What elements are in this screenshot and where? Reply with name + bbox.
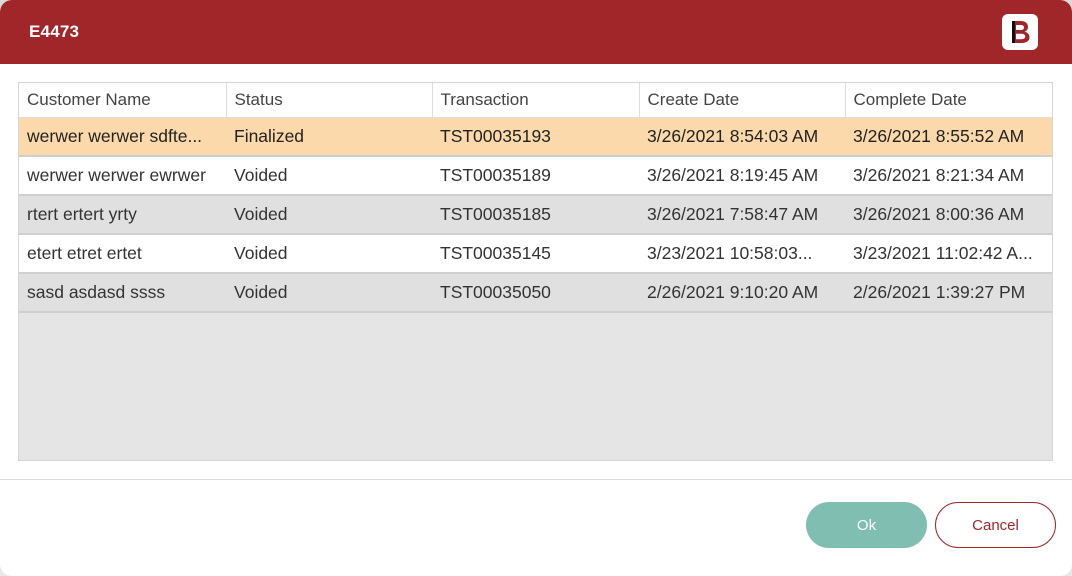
cell-create-date: 2/26/2021 9:10:20 AM (639, 273, 845, 313)
ok-button[interactable]: Ok (806, 502, 927, 548)
column-header-customer-name[interactable]: Customer Name (19, 83, 227, 118)
table-row[interactable]: etert etret ertet Voided TST00035145 3/2… (19, 234, 1052, 274)
cell-status: Voided (226, 195, 432, 235)
cell-transaction: TST00035050 (432, 273, 639, 313)
cell-complete-date: 3/23/2021 11:02:42 A... (845, 234, 1052, 274)
table-header-row: Customer Name Status Transaction Create … (19, 83, 1052, 118)
cell-complete-date: 3/26/2021 8:55:52 AM (845, 117, 1052, 157)
cell-complete-date: 3/26/2021 8:21:34 AM (845, 156, 1052, 196)
column-header-transaction[interactable]: Transaction (432, 83, 640, 118)
column-header-complete-date[interactable]: Complete Date (845, 83, 1052, 118)
cell-create-date: 3/23/2021 10:58:03... (639, 234, 845, 274)
cell-customer-name: rtert ertert yrty (19, 195, 226, 235)
cell-complete-date: 2/26/2021 1:39:27 PM (845, 273, 1052, 313)
column-header-status[interactable]: Status (226, 83, 433, 118)
cell-complete-date: 3/26/2021 8:00:36 AM (845, 195, 1052, 235)
cell-transaction: TST00035189 (432, 156, 639, 196)
cell-status: Voided (226, 156, 432, 196)
footer-divider (0, 479, 1072, 480)
cell-customer-name: sasd asdasd ssss (19, 273, 226, 313)
brand-b-logo-icon (1002, 14, 1038, 50)
transactions-table: Customer Name Status Transaction Create … (19, 83, 1052, 313)
cell-transaction: TST00035145 (432, 234, 639, 274)
cell-customer-name: werwer werwer sdfte... (19, 117, 226, 157)
cell-status: Finalized (226, 117, 432, 157)
cell-transaction: TST00035193 (432, 117, 639, 157)
cell-status: Voided (226, 234, 432, 274)
transactions-dialog: E4473 Customer Name Status Transaction C… (0, 0, 1072, 576)
cell-transaction: TST00035185 (432, 195, 639, 235)
transactions-grid: Customer Name Status Transaction Create … (18, 82, 1053, 461)
cancel-button[interactable]: Cancel (935, 502, 1056, 548)
dialog-title: E4473 (29, 22, 80, 41)
table-row[interactable]: rtert ertert yrty Voided TST00035185 3/2… (19, 195, 1052, 235)
cell-customer-name: werwer werwer ewrwer (19, 156, 226, 196)
table-row[interactable]: werwer werwer sdfte... Finalized TST0003… (19, 117, 1052, 157)
cell-create-date: 3/26/2021 8:54:03 AM (639, 117, 845, 157)
table-row[interactable]: werwer werwer ewrwer Voided TST00035189 … (19, 156, 1052, 196)
column-header-create-date[interactable]: Create Date (639, 83, 846, 118)
table-row[interactable]: sasd asdasd ssss Voided TST00035050 2/26… (19, 273, 1052, 313)
dialog-titlebar: E4473 (0, 0, 1072, 64)
cell-create-date: 3/26/2021 8:19:45 AM (639, 156, 845, 196)
cell-status: Voided (226, 273, 432, 313)
cell-customer-name: etert etret ertet (19, 234, 226, 274)
cell-create-date: 3/26/2021 7:58:47 AM (639, 195, 845, 235)
